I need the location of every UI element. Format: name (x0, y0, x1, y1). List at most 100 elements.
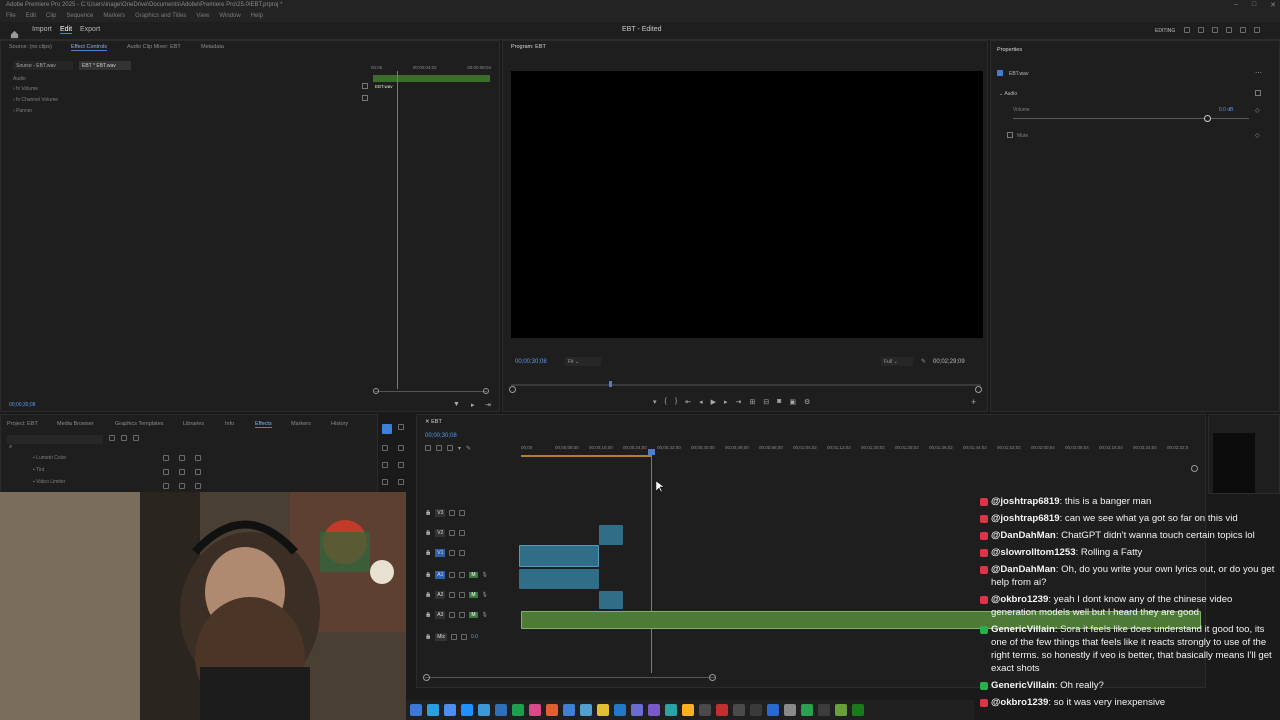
volume-value[interactable]: 0.0 dB (1219, 107, 1233, 113)
mark-in-icon[interactable]: { (665, 398, 667, 406)
timeline-scrollbar[interactable] (425, 677, 715, 678)
taskbar-app-icon[interactable] (835, 704, 847, 716)
accelerated-effects-icon[interactable] (109, 435, 115, 441)
track-label[interactable]: Mix (435, 633, 448, 641)
workspace-label[interactable]: EDITING (1155, 28, 1175, 34)
track-label[interactable]: V2 (435, 529, 446, 537)
program-timecode[interactable]: 00;00;30;08 (515, 359, 547, 365)
keyframe-icon[interactable]: ◇ (1255, 132, 1260, 139)
tab-export[interactable]: Export (80, 26, 100, 33)
menu-item[interactable]: Sequence (66, 13, 93, 21)
track-visibility-icon[interactable] (461, 634, 468, 640)
go-to-in-icon[interactable]: ⇤ (685, 398, 691, 406)
menu-item[interactable]: Markers (103, 13, 125, 21)
track-toggle-icon[interactable] (449, 592, 456, 598)
add-marker-icon[interactable]: ▾ (458, 445, 461, 452)
menu-item[interactable]: Help (251, 13, 263, 21)
snap-icon[interactable] (436, 445, 442, 451)
taskbar-app-icon[interactable] (512, 704, 524, 716)
taskbar-app-icon[interactable] (767, 704, 779, 716)
track-select-tool-icon[interactable] (398, 424, 404, 430)
taskbar-app-icon[interactable] (563, 704, 575, 716)
track-toggle-icon[interactable] (449, 612, 456, 618)
step-back-icon[interactable]: ◂ (699, 398, 703, 406)
home-icon[interactable] (10, 26, 19, 39)
export-frame-icon[interactable]: ⇥ (485, 401, 491, 409)
video-clip-v2[interactable] (599, 525, 623, 545)
menu-item[interactable]: File (6, 13, 16, 21)
menu-item[interactable]: View (196, 13, 209, 21)
wrench-icon[interactable]: ✎ (921, 358, 926, 365)
effect-item[interactable]: ▪ Video Limiter (33, 479, 65, 485)
effect-row-channel-volume[interactable]: › fx Channel Volume (13, 97, 58, 103)
rectangle-tool-icon[interactable] (382, 479, 388, 485)
playhead-handle[interactable] (648, 449, 655, 455)
track-label[interactable]: V1 (435, 549, 446, 557)
effect-playhead[interactable] (397, 71, 398, 389)
lock-icon[interactable]: 🔒 (425, 592, 431, 598)
source-subtab[interactable]: Source - EBT.wav (13, 61, 73, 70)
taskbar-app-icon[interactable] (495, 704, 507, 716)
menu-item[interactable]: Window (219, 13, 240, 21)
track-toggle-icon[interactable] (449, 510, 456, 516)
yuv-effects-icon[interactable] (133, 435, 139, 441)
track-toggle-icon[interactable] (449, 572, 456, 578)
notification-icon[interactable] (1212, 27, 1218, 33)
more-options-icon[interactable]: ⋯ (1255, 69, 1262, 77)
tab-audio-clip-mixer[interactable]: Audio Clip Mixer: EBT (127, 44, 181, 50)
volume-slider[interactable] (1013, 118, 1249, 119)
mark-out-icon[interactable]: } (675, 398, 677, 406)
tab-edit[interactable]: Edit (60, 26, 73, 34)
track-visibility-icon[interactable] (459, 550, 466, 556)
taskbar-app-icon[interactable] (529, 704, 541, 716)
effect-timecode[interactable]: 00;00;30;08 (9, 402, 35, 408)
linked-selection-icon[interactable] (447, 445, 453, 451)
taskbar-app-icon[interactable] (631, 704, 643, 716)
tab-media-browser[interactable]: Media Browser (57, 421, 94, 427)
microphone-icon[interactable]: 🎙 (482, 572, 488, 578)
taskbar-app-icon[interactable] (648, 704, 660, 716)
taskbar-app-icon[interactable] (478, 704, 490, 716)
track-toggle-icon[interactable] (449, 530, 456, 536)
hand-tool-icon[interactable] (398, 479, 404, 485)
taskbar-app-icon[interactable] (716, 704, 728, 716)
track-visibility-icon[interactable] (459, 510, 466, 516)
taskbar-app-icon[interactable] (784, 704, 796, 716)
track-visibility-icon[interactable] (459, 572, 466, 578)
taskbar-app-icon[interactable] (410, 704, 422, 716)
lock-icon[interactable]: 🔒 (425, 530, 431, 536)
scroll-handle[interactable] (373, 388, 379, 394)
lock-icon[interactable]: 🔒 (425, 510, 431, 516)
step-forward-icon[interactable]: ▸ (724, 398, 728, 406)
tab-info[interactable]: Info (225, 421, 234, 427)
extract-icon[interactable]: ⊟ (763, 398, 769, 406)
taskbar-app-icon[interactable] (546, 704, 558, 716)
audio-clip-a2[interactable] (599, 591, 623, 609)
sequence-subtab[interactable]: EBT * EBT.wav (79, 61, 131, 70)
taskbar-app-icon[interactable] (801, 704, 813, 716)
taskbar-app-icon[interactable] (614, 704, 626, 716)
scroll-handle[interactable] (709, 674, 716, 681)
effect-item[interactable]: ▪ Tint (33, 467, 44, 473)
tab-effect-controls[interactable]: Effect Controls (71, 44, 107, 51)
work-area-bar[interactable] (521, 455, 651, 457)
audio-clip-a1[interactable] (519, 569, 599, 589)
play-only-icon[interactable]: ▸ (471, 401, 475, 409)
menu-item[interactable]: Clip (46, 13, 56, 21)
taskbar-app-icon[interactable] (750, 704, 762, 716)
settings-icon[interactable]: ⚙ (804, 398, 810, 406)
mute-track-button[interactable]: M (469, 592, 478, 598)
audio-section-toggle[interactable]: ⌄ Audio (999, 91, 1017, 97)
maximize-icon[interactable]: □ (1252, 1, 1256, 9)
track-visibility-icon[interactable] (459, 530, 466, 536)
microphone-icon[interactable]: 🎙 (482, 612, 488, 618)
tab-history[interactable]: History (331, 421, 348, 427)
scroll-handle[interactable] (423, 674, 430, 681)
share-icon[interactable] (1198, 27, 1204, 33)
add-marker-icon[interactable]: ▾ (653, 398, 657, 406)
reset-icon[interactable] (362, 95, 368, 101)
tab-import[interactable]: Import (32, 26, 52, 33)
timeline-timecode[interactable]: 00;00;30;08 (425, 433, 457, 439)
razor-tool-icon[interactable] (398, 445, 404, 451)
track-label[interactable]: A1 (435, 571, 446, 579)
